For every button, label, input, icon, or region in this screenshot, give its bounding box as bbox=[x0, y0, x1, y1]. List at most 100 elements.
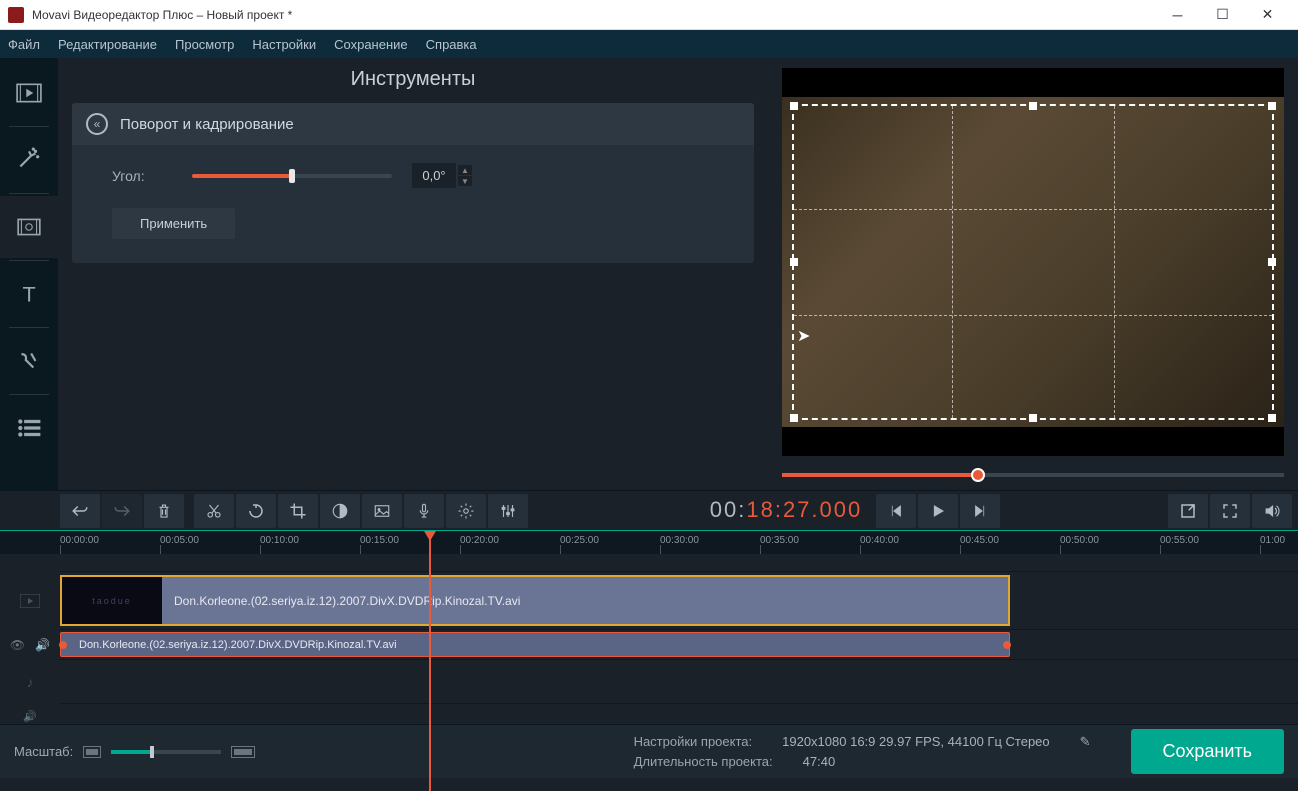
crop-handle-se[interactable] bbox=[1268, 414, 1276, 422]
music-track[interactable]: ♪ bbox=[60, 660, 1298, 704]
cut-button[interactable] bbox=[194, 494, 234, 528]
ruler-tick: 00:55:00 bbox=[1160, 531, 1199, 554]
rotate-crop-card: « Поворот и кадрирование Угол: 0,0° ▲ ▼ bbox=[72, 103, 754, 263]
sidebar-titles[interactable]: T bbox=[0, 263, 58, 325]
timecode-hours: 00: bbox=[710, 497, 747, 522]
rotate-button[interactable] bbox=[236, 494, 276, 528]
audio-clip-name: Don.Korleone.(02.seriya.iz.12).2007.DivX… bbox=[67, 639, 397, 651]
angle-slider-thumb[interactable] bbox=[289, 169, 295, 183]
preview-area: ➤ bbox=[768, 58, 1298, 490]
audio-track-head: 👁 🔊 bbox=[0, 630, 60, 659]
equalizer-button[interactable] bbox=[488, 494, 528, 528]
music-icon: ♪ bbox=[27, 674, 34, 690]
audio-clip[interactable]: Don.Korleone.(02.seriya.iz.12).2007.DivX… bbox=[60, 632, 1010, 657]
back-button[interactable]: « bbox=[86, 113, 108, 135]
app-icon bbox=[8, 7, 24, 23]
close-button[interactable]: ✕ bbox=[1245, 1, 1290, 29]
crop-handle-nw[interactable] bbox=[790, 102, 798, 110]
preview-canvas[interactable]: ➤ bbox=[782, 68, 1284, 456]
zoom-out-icon[interactable] bbox=[83, 746, 101, 758]
crop-handle-sw[interactable] bbox=[790, 414, 798, 422]
angle-step-up[interactable]: ▲ bbox=[458, 165, 472, 175]
crop-button[interactable] bbox=[278, 494, 318, 528]
window-titlebar: Movavi Видеоредактор Плюс – Новый проект… bbox=[0, 0, 1298, 30]
ruler-tick: 00:35:00 bbox=[760, 531, 799, 554]
tool-name: Поворот и кадрирование bbox=[120, 116, 294, 133]
menu-help[interactable]: Справка bbox=[426, 37, 477, 52]
save-button[interactable]: Сохранить bbox=[1131, 729, 1284, 774]
delete-button[interactable] bbox=[144, 494, 184, 528]
angle-slider[interactable] bbox=[192, 174, 392, 178]
volume-button[interactable] bbox=[1252, 494, 1292, 528]
zoom-label: Масштаб: bbox=[14, 744, 73, 759]
window-title: Movavi Видеоредактор Плюс – Новый проект… bbox=[32, 8, 1155, 22]
track-spacer bbox=[60, 554, 1298, 572]
speaker-icon[interactable]: 🔊 bbox=[35, 638, 50, 652]
detach-button[interactable] bbox=[1168, 494, 1208, 528]
ruler-tick: 00:15:00 bbox=[360, 531, 399, 554]
ruler-tick: 00:00:00 bbox=[60, 531, 99, 554]
crop-handle-w[interactable] bbox=[790, 258, 798, 266]
ruler-tick: 00:30:00 bbox=[660, 531, 699, 554]
menu-edit[interactable]: Редактирование bbox=[58, 37, 157, 52]
angle-value[interactable]: 0,0° bbox=[412, 163, 456, 188]
crop-overlay[interactable] bbox=[792, 104, 1274, 421]
ruler-tick: 01:00 bbox=[1260, 531, 1285, 554]
undo-button[interactable] bbox=[60, 494, 100, 528]
sidebar-transitions[interactable] bbox=[0, 196, 58, 258]
left-sidebar: T bbox=[0, 58, 58, 490]
project-info: Настройки проекта: 1920x1080 16:9 29.97 … bbox=[634, 734, 1091, 769]
color-button[interactable] bbox=[320, 494, 360, 528]
speaker-icon[interactable]: 🔊 bbox=[23, 710, 37, 723]
sidebar-media[interactable] bbox=[0, 62, 58, 124]
crop-handle-n[interactable] bbox=[1029, 102, 1037, 110]
ruler-tick: 00:10:00 bbox=[260, 531, 299, 554]
video-frame bbox=[782, 97, 1284, 427]
playhead[interactable] bbox=[429, 531, 431, 791]
clip-thumbnail: taodue bbox=[62, 577, 162, 624]
crop-handle-e[interactable] bbox=[1268, 258, 1276, 266]
video-track[interactable]: taodue Don.Korleone.(02.seriya.iz.12).20… bbox=[60, 572, 1298, 630]
angle-step-down[interactable]: ▼ bbox=[458, 176, 472, 186]
fullscreen-button[interactable] bbox=[1210, 494, 1250, 528]
menu-settings[interactable]: Настройки bbox=[252, 37, 316, 52]
zoom-thumb[interactable] bbox=[150, 746, 154, 758]
eye-icon[interactable]: 👁 bbox=[10, 638, 25, 652]
zoom-slider[interactable] bbox=[111, 750, 221, 754]
timeline-ruler[interactable]: 00:00:00 00:05:00 00:10:00 00:15:00 00:2… bbox=[0, 530, 1298, 554]
next-button[interactable] bbox=[960, 494, 1000, 528]
toolbar: 00:18:27.000 bbox=[0, 490, 1298, 530]
video-clip-name: Don.Korleone.(02.seriya.iz.12).2007.DivX… bbox=[162, 594, 520, 608]
sidebar-stickers[interactable] bbox=[0, 330, 58, 392]
audio-track[interactable]: 👁 🔊 Don.Korleone.(02.seriya.iz.12).2007.… bbox=[60, 630, 1298, 660]
menu-file[interactable]: Файл bbox=[8, 37, 40, 52]
pencil-icon[interactable]: ✎ bbox=[1080, 734, 1091, 750]
mic-button[interactable] bbox=[404, 494, 444, 528]
zoom-in-icon[interactable] bbox=[231, 746, 255, 758]
tools-panel: Инструменты « Поворот и кадрирование Уго… bbox=[58, 58, 768, 490]
project-settings-label: Настройки проекта: bbox=[634, 734, 753, 750]
video-track-head bbox=[0, 572, 60, 629]
cursor-icon: ➤ bbox=[797, 326, 810, 346]
image-button[interactable] bbox=[362, 494, 402, 528]
playback-thumb[interactable] bbox=[971, 468, 985, 482]
redo-button[interactable] bbox=[102, 494, 142, 528]
sidebar-more[interactable] bbox=[0, 397, 58, 459]
menu-view[interactable]: Просмотр bbox=[175, 37, 234, 52]
sidebar-filters[interactable] bbox=[0, 129, 58, 191]
gear-button[interactable] bbox=[446, 494, 486, 528]
video-clip[interactable]: taodue Don.Korleone.(02.seriya.iz.12).20… bbox=[60, 575, 1010, 626]
crop-handle-ne[interactable] bbox=[1268, 102, 1276, 110]
apply-button[interactable]: Применить bbox=[112, 208, 235, 239]
crop-handle-s[interactable] bbox=[1029, 414, 1037, 422]
prev-button[interactable] bbox=[876, 494, 916, 528]
tools-panel-title: Инструменты bbox=[72, 68, 754, 91]
playback-slider[interactable] bbox=[782, 466, 1284, 484]
play-button[interactable] bbox=[918, 494, 958, 528]
project-duration-value: 47:40 bbox=[803, 754, 836, 769]
menu-save[interactable]: Сохранение bbox=[334, 37, 408, 52]
ruler-tick: 00:45:00 bbox=[960, 531, 999, 554]
minimize-button[interactable]: ─ bbox=[1155, 1, 1200, 29]
maximize-button[interactable]: ☐ bbox=[1200, 1, 1245, 29]
music-track-head: ♪ bbox=[0, 660, 60, 703]
